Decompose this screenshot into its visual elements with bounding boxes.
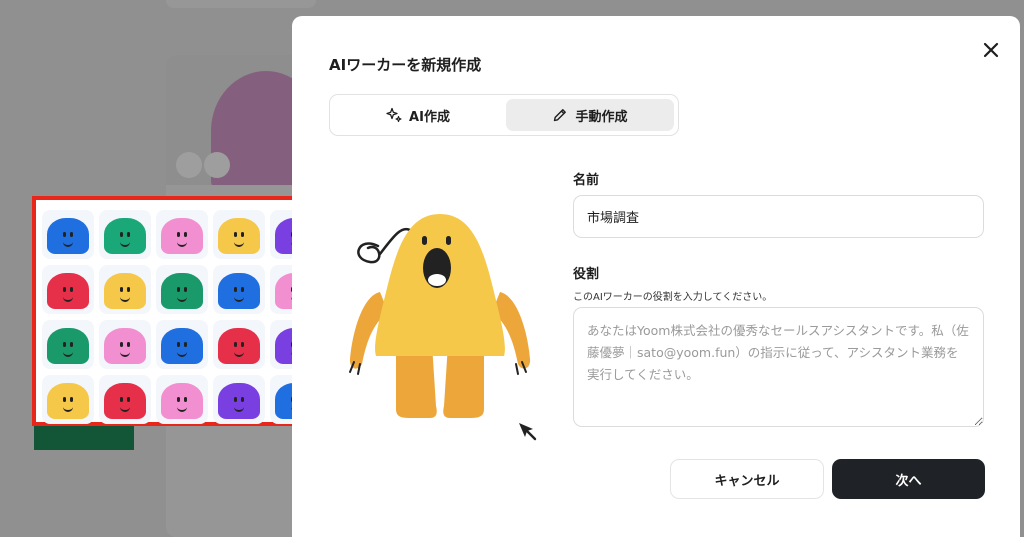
creation-mode-toggle: AI作成 手動作成	[329, 94, 679, 136]
mascot-eye	[234, 287, 237, 292]
mascot-sticker-body	[161, 273, 203, 309]
mascot-eye	[120, 287, 123, 292]
mascot-sticker	[42, 320, 94, 369]
mascot-sticker-body	[104, 273, 146, 309]
mascot-eye	[184, 287, 187, 292]
sticker-grid	[36, 200, 322, 424]
mascot-sticker-body	[161, 218, 203, 254]
pencil-icon	[554, 109, 567, 122]
mascot-eye	[120, 342, 123, 347]
mascot-eye	[241, 342, 244, 347]
mascot-sticker-body	[161, 328, 203, 364]
next-button[interactable]: 次へ	[832, 459, 985, 499]
mascot-sticker	[213, 265, 265, 314]
mascot-eye	[241, 287, 244, 292]
mascot-sticker	[99, 320, 151, 369]
mascot-sticker-sheet	[32, 196, 322, 426]
mascot-eye	[70, 397, 73, 402]
mascot-sticker	[156, 320, 208, 369]
mascot-eye	[70, 342, 73, 347]
role-hint-text: このAIワーカーの役割を入力してください。	[573, 292, 773, 303]
mascot-sticker	[156, 265, 208, 314]
mascot-sticker	[99, 265, 151, 314]
mascot-eye	[184, 342, 187, 347]
mascot-sticker-body	[47, 218, 89, 254]
mascot-sticker-body	[47, 383, 89, 419]
cursor-arrow-icon	[519, 423, 537, 441]
mascot-eye	[70, 287, 73, 292]
mascot-eye	[241, 397, 244, 402]
mascot-eye	[63, 342, 66, 347]
mascot-eye	[177, 342, 180, 347]
mascot-sticker	[213, 375, 265, 424]
mascot-eye	[234, 232, 237, 237]
mascot-sticker-body	[104, 218, 146, 254]
tab-manual-create[interactable]: 手動作成	[506, 99, 674, 131]
modal-title: AIワーカーを新規作成	[329, 56, 482, 74]
close-icon	[983, 42, 999, 58]
sparkle-icon	[386, 107, 402, 123]
tab-ai-create-label: AI作成	[409, 109, 450, 125]
role-textarea[interactable]	[573, 307, 984, 427]
mascot-illustration	[349, 214, 531, 418]
create-ai-worker-modal: AIワーカーを新規作成 AI作成 手動作成 名前 市場調査 役割 このAIワーカ…	[292, 16, 1020, 537]
tab-ai-create[interactable]: AI作成	[334, 99, 502, 131]
mascot-sticker-body	[218, 328, 260, 364]
close-button[interactable]	[980, 39, 1002, 61]
mascot-sticker	[213, 320, 265, 369]
mascot-sticker-body	[218, 273, 260, 309]
mascot-sticker-body	[161, 383, 203, 419]
mascot-eye	[184, 232, 187, 237]
mascot-eye	[177, 287, 180, 292]
mascot-eye	[63, 232, 66, 237]
mascot-sticker	[213, 210, 265, 259]
cancel-button[interactable]: キャンセル	[670, 459, 824, 499]
mascot-eye	[127, 287, 130, 292]
mascot-eye	[234, 342, 237, 347]
mascot-eye	[184, 397, 187, 402]
mascot-sticker	[42, 375, 94, 424]
mascot-eye	[127, 397, 130, 402]
mascot-eye	[241, 232, 244, 237]
mascot-sticker	[42, 265, 94, 314]
mascot-sticker	[99, 375, 151, 424]
name-input[interactable]	[573, 195, 984, 238]
mascot-eye	[63, 397, 66, 402]
mascot-eye	[127, 342, 130, 347]
mascot-sticker-body	[104, 383, 146, 419]
mascot-sticker	[156, 210, 208, 259]
mascot-eye	[234, 397, 237, 402]
mascot-eye	[177, 397, 180, 402]
mascot-eye	[177, 232, 180, 237]
mascot-sticker-body	[218, 218, 260, 254]
mascot-eye	[127, 232, 130, 237]
mascot-eye	[120, 397, 123, 402]
mascot-eye	[120, 232, 123, 237]
mascot-sticker	[99, 210, 151, 259]
mascot-sticker-body	[218, 383, 260, 419]
mascot-sticker-body	[47, 273, 89, 309]
name-label: 名前	[573, 173, 600, 188]
mascot-eye	[63, 287, 66, 292]
mascot-eye	[70, 232, 73, 237]
mascot-sticker	[42, 210, 94, 259]
mascot-sticker	[156, 375, 208, 424]
mascot-sticker-body	[47, 328, 89, 364]
role-label: 役割	[573, 267, 600, 282]
tab-manual-create-label: 手動作成	[575, 109, 628, 125]
mascot-sticker-body	[104, 328, 146, 364]
